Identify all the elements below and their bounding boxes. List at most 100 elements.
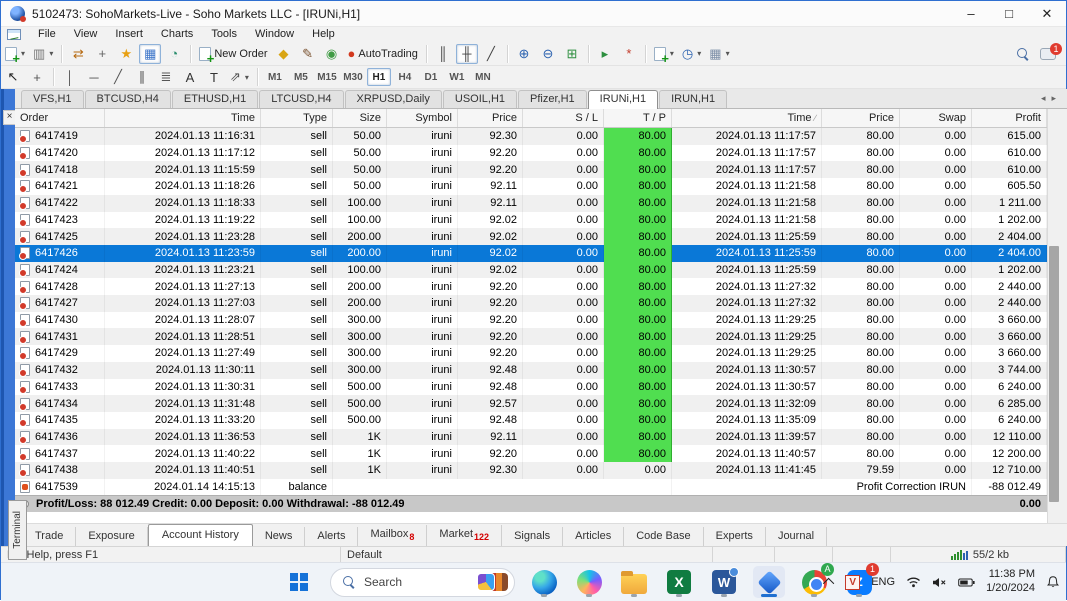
templates-button[interactable]: ▦ ▾: [706, 44, 732, 64]
tab-code-base[interactable]: Code Base: [624, 527, 704, 546]
tab-exposure[interactable]: Exposure: [76, 527, 148, 546]
tab-journal[interactable]: Journal: [766, 527, 828, 546]
cursor-button[interactable]: ↖: [2, 67, 24, 87]
wifi-icon[interactable]: [906, 576, 921, 588]
line-chart-button[interactable]: ╱: [480, 44, 502, 64]
copilot-taskbar-icon[interactable]: [573, 566, 605, 598]
chart-tab-iruni-h1[interactable]: IRUNi,H1: [587, 90, 659, 109]
history-row[interactable]: 6417423 2024.01.13 11:19:22 sell 100.00 irun…: [15, 211, 1067, 229]
column-header-type-2[interactable]: Type: [261, 109, 333, 127]
chart-tab-ltcusd-h4[interactable]: LTCUSD,H4: [259, 90, 344, 108]
column-header-profit-11[interactable]: Profit: [972, 109, 1047, 127]
metatrader-taskbar-icon[interactable]: [753, 566, 785, 598]
column-header-symbol-4[interactable]: Symbol: [387, 109, 458, 127]
scrollbar-thumb[interactable]: [1049, 246, 1059, 502]
new-order-button[interactable]: + New Order: [196, 44, 270, 65]
menu-help[interactable]: Help: [303, 27, 344, 42]
strategy-tester-button[interactable]: ◔: [163, 44, 185, 64]
chart-tab-pfizer-h1[interactable]: Pfizer,H1: [518, 90, 587, 108]
history-row[interactable]: 6417430 2024.01.13 11:28:07 sell 300.00 irun…: [15, 311, 1067, 329]
taskbar-clock[interactable]: 11:38 PM 1/20/2024: [986, 568, 1035, 596]
indicators-button[interactable]: + ▾: [651, 44, 677, 65]
status-profile[interactable]: Default: [341, 547, 713, 562]
history-row[interactable]: 6417427 2024.01.13 11:27:03 sell 200.00 irun…: [15, 295, 1067, 312]
history-row[interactable]: 6417434 2024.01.13 11:31:48 sell 500.00 irun…: [15, 395, 1067, 412]
column-header-size-3[interactable]: Size: [333, 109, 387, 127]
chart-tab-usoil-h1[interactable]: USOIL,H1: [442, 90, 518, 108]
tab-alerts[interactable]: Alerts: [305, 527, 359, 546]
history-row[interactable]: 6417431 2024.01.13 11:28:51 sell 300.00 irun…: [15, 328, 1067, 346]
expert-advisors-button[interactable]: ◆: [273, 44, 295, 64]
antivirus-tray-icon[interactable]: V: [845, 574, 861, 590]
timeframe-h4-button[interactable]: H4: [393, 68, 417, 86]
market-watch-button[interactable]: ⇄: [67, 44, 89, 64]
tab-experts[interactable]: Experts: [704, 527, 766, 546]
text-button[interactable]: A: [179, 67, 201, 87]
tab-mailbox[interactable]: Mailbox8: [358, 524, 428, 546]
tab-signals[interactable]: Signals: [502, 527, 564, 546]
history-row[interactable]: 6417428 2024.01.13 11:27:13 sell 200.00 irun…: [15, 278, 1067, 296]
history-row[interactable]: 6417438 2024.01.13 11:40:51 sell 1K iruni 92.…: [15, 462, 1067, 479]
terminal-side-tab[interactable]: Terminal: [8, 500, 27, 560]
history-row[interactable]: 6417422 2024.01.13 11:18:33 sell 100.00 irun…: [15, 194, 1067, 212]
history-row[interactable]: 6417421 2024.01.13 11:18:26 sell 50.00 iruni…: [15, 178, 1067, 195]
column-header-swap-10[interactable]: Swap: [900, 109, 972, 127]
chart-tab-irun-h1[interactable]: IRUN,H1: [659, 90, 728, 108]
edge-taskbar-icon[interactable]: [528, 566, 560, 598]
timeframe-d1-button[interactable]: D1: [419, 68, 443, 86]
volume-muted-icon[interactable]: [932, 577, 947, 588]
timeframe-h1-button[interactable]: H1: [366, 68, 391, 86]
history-row[interactable]: 6417420 2024.01.13 11:17:12 sell 50.00 iruni…: [15, 144, 1067, 162]
profiles-button[interactable]: ▥ ▾: [30, 44, 56, 64]
bar-chart-button[interactable]: ║: [432, 44, 454, 64]
menu-file[interactable]: File: [29, 27, 65, 42]
search-icon[interactable]: [1017, 47, 1030, 61]
file-explorer-taskbar-icon[interactable]: [618, 566, 650, 598]
community-button[interactable]: ◉: [321, 44, 343, 64]
timeframe-m1-button[interactable]: M1: [263, 68, 287, 86]
data-window-button[interactable]: +: [91, 44, 113, 64]
chart-tab-xrpusd-daily[interactable]: XRPUSD,Daily: [344, 90, 442, 108]
zoom-out-button[interactable]: ⊖: [537, 44, 559, 64]
timeframe-m30-button[interactable]: M30: [341, 68, 365, 86]
history-row[interactable]: 6417429 2024.01.13 11:27:49 sell 300.00 irun…: [15, 345, 1067, 362]
menu-insert[interactable]: Insert: [106, 27, 152, 42]
navigator-button[interactable]: ★: [115, 44, 137, 64]
text-label-button[interactable]: T: [203, 67, 225, 87]
periods-button[interactable]: ◷ ▾: [679, 44, 704, 64]
tab-market[interactable]: Market122: [427, 524, 503, 546]
history-row[interactable]: 6417424 2024.01.13 11:23:21 sell 100.00 irun…: [15, 261, 1067, 279]
timeframe-mn-button[interactable]: MN: [471, 68, 495, 86]
menu-charts[interactable]: Charts: [152, 27, 202, 42]
history-row[interactable]: 6417426 2024.01.13 11:23:59 sell 200.00 irun…: [15, 244, 1067, 262]
language-indicator[interactable]: ENG: [871, 576, 895, 588]
taskbar-search[interactable]: Search: [330, 567, 515, 597]
candlestick-chart-button[interactable]: ╫: [455, 43, 478, 64]
vertical-scrollbar[interactable]: [1047, 109, 1059, 523]
tab-scroll-arrows[interactable]: ◂▸: [1041, 93, 1062, 108]
timeframe-m15-button[interactable]: M15: [315, 68, 339, 86]
tile-windows-button[interactable]: ⊞: [561, 44, 583, 64]
column-header-price-9[interactable]: Price: [822, 109, 900, 127]
notifications-icon[interactable]: 1: [1040, 43, 1062, 60]
history-row[interactable]: 6417432 2024.01.13 11:30:11 sell 300.00 irun…: [15, 361, 1067, 379]
notification-bell-icon[interactable]: [1046, 575, 1060, 589]
column-header-tp-7[interactable]: T / P: [604, 109, 672, 127]
history-row[interactable]: 6417436 2024.01.13 11:36:53 sell 1K iruni 92.…: [15, 428, 1067, 446]
crosshair-button[interactable]: +: [26, 67, 48, 87]
column-header-sl-6[interactable]: S / L: [523, 109, 604, 127]
terminal-button[interactable]: ▦: [139, 43, 162, 64]
tab-articles[interactable]: Articles: [563, 527, 625, 546]
chart-tab-vfs-h1[interactable]: VFS,H1: [21, 90, 84, 108]
menu-window[interactable]: Window: [246, 27, 303, 42]
timeframe-w1-button[interactable]: W1: [445, 68, 469, 86]
auto-scroll-button[interactable]: ▸: [594, 44, 616, 64]
tab-news[interactable]: News: [253, 527, 306, 546]
balance-row[interactable]: 6417539 2024.01.14 14:15:13 balance Profit …: [15, 478, 1067, 496]
autotrading-button[interactable]: ● AutoTrading: [345, 44, 421, 64]
start-button[interactable]: [281, 566, 317, 598]
history-row[interactable]: 6417437 2024.01.13 11:40:22 sell 1K iruni 92.…: [15, 445, 1067, 463]
chart-window-icon[interactable]: [7, 29, 21, 40]
vertical-line-button[interactable]: │: [59, 67, 81, 87]
battery-icon[interactable]: [958, 577, 975, 588]
